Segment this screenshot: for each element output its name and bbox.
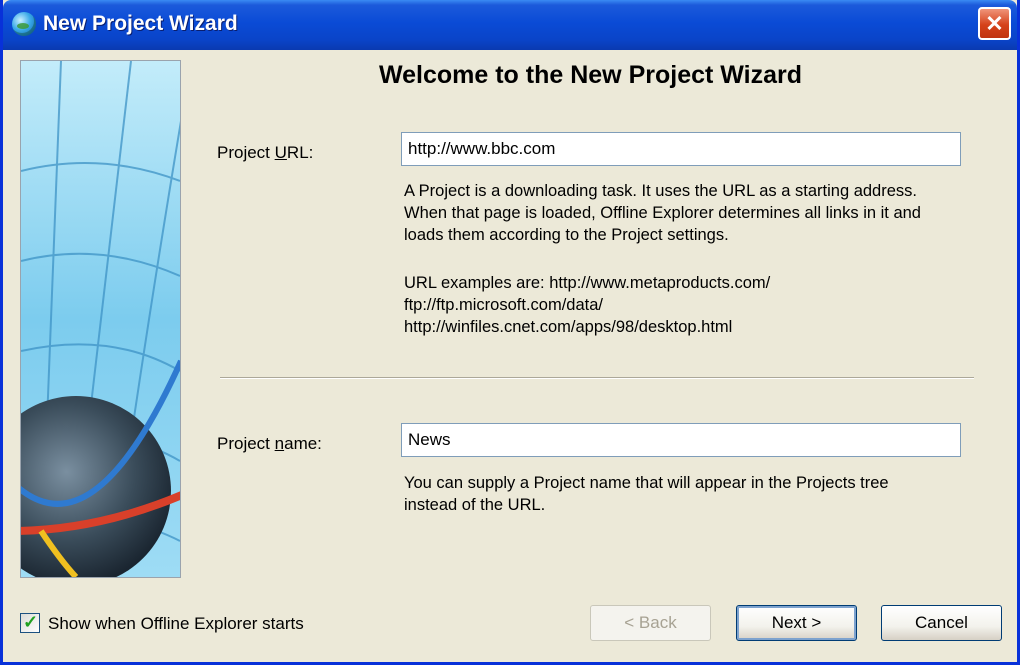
project-name-label: Project name: xyxy=(217,434,322,453)
title-bar[interactable]: New Project Wizard ✕ xyxy=(3,0,1017,50)
url-examples: URL examples are: http://www.metaproduct… xyxy=(404,274,771,336)
section-divider xyxy=(220,377,974,379)
back-button[interactable]: < Back xyxy=(590,605,711,641)
checkmark-icon: ✓ xyxy=(23,612,39,632)
globe-icon xyxy=(12,12,36,36)
close-icon: ✕ xyxy=(985,11,1004,36)
close-button[interactable]: ✕ xyxy=(978,7,1011,40)
project-url-label: Project URL: xyxy=(217,143,314,162)
project-name-description: You can supply a Project name that will … xyxy=(404,474,889,514)
new-project-wizard-window: New Project Wizard ✕ Welcome to the New … xyxy=(0,0,1020,665)
wizard-heading: Welcome to the New Project Wizard xyxy=(378,61,802,89)
window-title: New Project Wizard xyxy=(43,12,238,35)
project-name-input[interactable] xyxy=(401,423,961,457)
cancel-button[interactable]: Cancel xyxy=(881,605,1002,641)
globe-graphic xyxy=(21,61,180,577)
project-url-input[interactable] xyxy=(401,132,961,166)
checkbox-box[interactable]: ✓ xyxy=(20,612,40,633)
next-button[interactable]: Next > xyxy=(736,605,857,641)
checkbox-label[interactable]: Show when Offline Explorer starts xyxy=(48,611,304,637)
project-url-description: A Project is a downloading task. It uses… xyxy=(404,182,921,244)
wizard-side-image xyxy=(20,60,181,578)
